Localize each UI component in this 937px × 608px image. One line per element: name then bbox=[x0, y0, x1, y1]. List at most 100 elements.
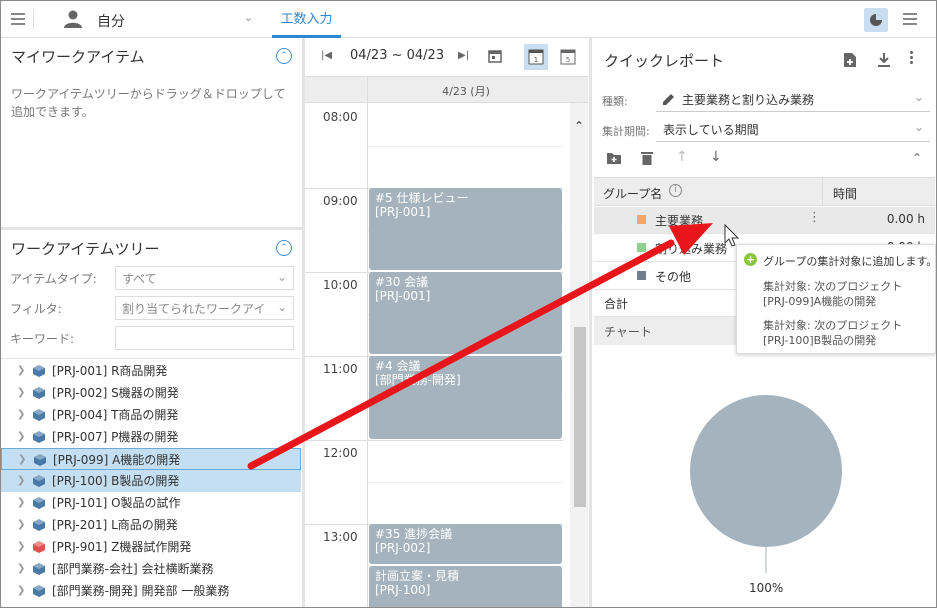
calendar-day-icon: 1 bbox=[528, 49, 544, 65]
chevron-right-icon[interactable]: ❯ bbox=[17, 426, 25, 448]
event-title: #5 仕様レビュー bbox=[375, 191, 469, 205]
tab-label: 工数入力 bbox=[280, 12, 333, 27]
group-row[interactable]: 主要業務 ⋮ 0.00 h bbox=[594, 207, 935, 234]
more-vert-icon[interactable]: ⋮ bbox=[808, 210, 821, 225]
chart-label: チャート bbox=[604, 325, 652, 339]
chevron-right-icon[interactable]: ❯ bbox=[17, 492, 25, 514]
tree-item[interactable]: ❯ [PRJ-002] S機器の開発 bbox=[1, 382, 301, 404]
first-page-icon[interactable]: |◀ bbox=[321, 50, 332, 61]
chevron-right-icon[interactable]: ❯ bbox=[17, 404, 25, 426]
arrow-down-icon[interactable]: ↓ bbox=[710, 149, 722, 165]
cube-icon bbox=[33, 563, 45, 575]
calendar-icon[interactable] bbox=[488, 49, 502, 63]
hour-label: 08:00 bbox=[323, 110, 358, 124]
app-window: 自分 ⌄ 工数入力 マイワークアイテム ⌃ ワークアイテムツリーからドラッグ＆ド… bbox=[0, 0, 937, 608]
calendar-event[interactable]: #30 会議 [PRJ-001] bbox=[369, 272, 562, 354]
calendar-event[interactable]: #35 進捗会議 [PRJ-002] bbox=[369, 524, 562, 564]
svg-text:1: 1 bbox=[534, 56, 538, 64]
calendar-event[interactable]: #4 会議 [部門業務-開発] bbox=[369, 356, 562, 439]
chevron-down-icon: ⌄ bbox=[243, 11, 253, 24]
tree-item[interactable]: ❯ [PRJ-001] R商品開発 bbox=[1, 360, 301, 382]
cube-icon bbox=[33, 541, 45, 553]
tree-item[interactable]: ❯ [部門業務-開発] 開発部 一般業務 bbox=[1, 580, 301, 602]
chevron-down-icon: ⌄ bbox=[276, 270, 287, 284]
chevron-right-icon[interactable]: ❯ bbox=[18, 449, 26, 471]
scroll-up-icon[interactable]: ⌃ bbox=[574, 119, 584, 133]
tree-item-label: [部門業務-会社] 会社横断業務 bbox=[52, 562, 214, 576]
tree-item[interactable]: ❯ [PRJ-201] L商品の開発 bbox=[1, 514, 301, 536]
filter-value: 割り当てられたワークアイ bbox=[122, 302, 266, 316]
calendar-header-row: 4/23 (月) bbox=[305, 76, 588, 103]
tooltip-line2b: [PRJ-100]B製品の開発 bbox=[763, 334, 877, 347]
calendar-event[interactable]: #5 仕様レビュー [PRJ-001] bbox=[369, 188, 562, 270]
period-value: 表示している期間 bbox=[663, 123, 759, 137]
period-select[interactable]: 表示している期間 ⌄ bbox=[656, 117, 930, 142]
tree-item[interactable]: ❯ [部門業務-会社] 会社横断業務 bbox=[1, 558, 301, 580]
keyword-input[interactable] bbox=[115, 326, 294, 350]
col-time: 時間 bbox=[833, 187, 858, 201]
calendar-week-icon[interactable]: 5 bbox=[558, 47, 578, 67]
calendar-event[interactable]: 計画立案・見積 [PRJ-100] bbox=[369, 566, 562, 607]
event-title: 計画立案・見積 bbox=[375, 569, 460, 583]
cube-icon bbox=[33, 365, 45, 377]
download-icon[interactable] bbox=[877, 52, 891, 68]
group-name: 割り込み業務 bbox=[655, 242, 728, 256]
my-work-items-section: マイワークアイテム ⌃ ワークアイテムツリーからドラッグ＆ドロップして追加できま… bbox=[1, 39, 301, 227]
user-icon bbox=[64, 10, 82, 28]
tree-item[interactable]: ❯ [PRJ-007] P機器の開発 bbox=[1, 426, 301, 448]
collapse-icon[interactable]: ⌃ bbox=[912, 151, 922, 165]
item-type-select[interactable]: すべて ⌄ bbox=[115, 266, 294, 290]
kind-value: 主要業務と割り込み業務 bbox=[682, 93, 815, 107]
info-icon: i bbox=[669, 184, 682, 197]
event-title: #35 進捗会議 bbox=[375, 527, 453, 541]
cube-icon bbox=[33, 475, 45, 487]
chevron-right-icon[interactable]: ❯ bbox=[17, 558, 25, 580]
calendar-scrollbar[interactable]: ⌃ bbox=[570, 103, 588, 607]
filter-select[interactable]: 割り当てられたワークアイ ⌄ bbox=[115, 296, 294, 320]
event-title: #30 会議 bbox=[375, 275, 429, 289]
tree-item[interactable]: ❯ [PRJ-004] T商品の開発 bbox=[1, 404, 301, 426]
tree-item[interactable]: ❯ [PRJ-901] Z機器試作開発 bbox=[1, 536, 301, 558]
list-view-button[interactable] bbox=[903, 13, 917, 25]
trash-icon[interactable] bbox=[641, 151, 653, 165]
chevron-right-icon[interactable]: ❯ bbox=[17, 470, 25, 492]
group-color-swatch bbox=[637, 243, 646, 252]
pencil-icon bbox=[663, 94, 674, 105]
pie-view-button[interactable] bbox=[864, 8, 888, 32]
calendar-toolbar: |◀ 04/23 ~ 04/23 ▶| 1 5 bbox=[305, 39, 588, 76]
tree-list: ❯ [PRJ-001] R商品開発 ❯ [PRJ-002] S機器の開発 ❯ [PRJ-0… bbox=[1, 360, 301, 607]
day-view-button[interactable]: 1 bbox=[524, 44, 548, 70]
chevron-right-icon[interactable]: ❯ bbox=[17, 514, 25, 536]
add-folder-icon[interactable] bbox=[606, 151, 622, 165]
tree-item-label: [PRJ-201] L商品の開発 bbox=[52, 518, 178, 532]
keyword-label: キーワード: bbox=[10, 332, 75, 346]
collapse-up-icon[interactable]: ⌃ bbox=[276, 48, 292, 64]
chevron-right-icon[interactable]: ❯ bbox=[17, 536, 25, 558]
tree-item[interactable]: ❯ [PRJ-100] B製品の開発 bbox=[1, 470, 301, 492]
scrollbar-thumb[interactable] bbox=[574, 327, 586, 507]
cube-icon bbox=[33, 409, 45, 421]
user-selector[interactable]: 自分 ⌄ bbox=[97, 11, 253, 30]
collapse-up-icon[interactable]: ⌃ bbox=[276, 240, 292, 256]
cube-icon bbox=[33, 519, 45, 531]
hour-label: 13:00 bbox=[323, 530, 358, 544]
plus-circle-icon: + bbox=[744, 253, 757, 266]
tree-item[interactable]: ❯ [PRJ-099] A機能の開発 bbox=[1, 448, 301, 470]
arrow-up-icon[interactable]: ↑ bbox=[676, 149, 688, 165]
half-hour-line bbox=[368, 482, 563, 483]
chevron-right-icon[interactable]: ❯ bbox=[17, 382, 25, 404]
col-group-name: グループ名 bbox=[603, 187, 663, 201]
tree-item[interactable]: ❯ [PRJ-101] O製品の試作 bbox=[1, 492, 301, 514]
kind-select[interactable]: 主要業務と割り込み業務 ⌄ bbox=[656, 87, 930, 112]
event-project: [PRJ-001] bbox=[375, 205, 431, 219]
date-range: 04/23 ~ 04/23 bbox=[350, 48, 445, 63]
last-page-icon[interactable]: ▶| bbox=[458, 50, 469, 61]
add-file-icon[interactable] bbox=[843, 52, 857, 68]
half-hour-line bbox=[368, 146, 563, 147]
chevron-right-icon[interactable]: ❯ bbox=[17, 580, 25, 602]
chevron-right-icon[interactable]: ❯ bbox=[17, 360, 25, 382]
group-name: 主要業務 bbox=[655, 214, 704, 228]
more-vert-icon[interactable] bbox=[910, 51, 914, 64]
tab-work-input[interactable]: 工数入力 bbox=[272, 1, 341, 38]
hamburger-menu-icon[interactable] bbox=[11, 13, 25, 25]
